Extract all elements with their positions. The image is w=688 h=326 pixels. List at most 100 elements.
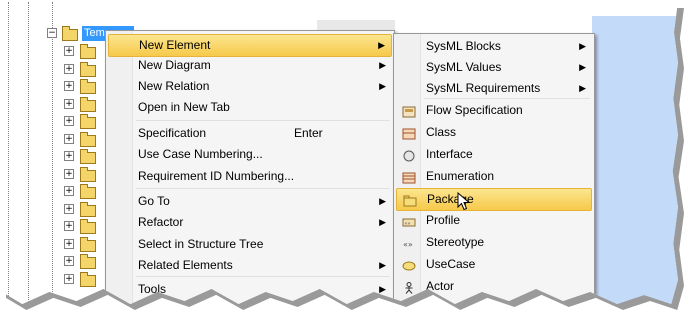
menu-item-go-to[interactable]: Go To ▶ xyxy=(108,191,392,212)
menu-item-label: New Element xyxy=(139,38,211,52)
expand-icon[interactable]: + xyxy=(64,203,74,214)
submenu-item-label: SysML Blocks xyxy=(426,39,501,53)
submenu-item-enumeration[interactable]: Enumeration xyxy=(396,166,592,187)
menu-item-new-relation[interactable]: New Relation ▶ xyxy=(108,76,392,97)
expand-icon[interactable]: + xyxy=(64,186,74,196)
submenu-item-usecase[interactable]: UseCase xyxy=(396,254,592,275)
menu-item-label: New Diagram xyxy=(138,58,211,72)
submenu-arrow-icon: ▶ xyxy=(579,83,586,93)
submenu-item-sysml-values[interactable]: SysML Values ▶ xyxy=(396,57,592,78)
submenu-arrow-icon: ▶ xyxy=(379,260,386,270)
menu-item-label: Use Case Numbering... xyxy=(138,147,263,161)
context-menu: New Element ▶ New Diagram ▶ New Relation ▶ Ope… xyxy=(105,30,395,304)
package-folder-icon xyxy=(80,201,96,217)
expand-icon[interactable]: + xyxy=(64,238,74,249)
collapse-icon[interactable]: − xyxy=(47,28,57,38)
submenu-item-sysml-blocks[interactable]: SysML Blocks ▶ xyxy=(396,36,592,57)
menu-item-label: Go To xyxy=(138,194,170,208)
package-icon xyxy=(403,193,417,207)
package-folder-icon xyxy=(80,236,96,252)
expand-icon[interactable]: + xyxy=(64,98,74,109)
enumeration-icon xyxy=(402,170,416,184)
submenu-item-label: Flow Specification xyxy=(426,103,523,117)
folder-icon xyxy=(62,26,78,41)
menu-item-label: Requirement ID Numbering... xyxy=(138,169,295,183)
menu-item-requirement-id-numbering[interactable]: Requirement ID Numbering... xyxy=(108,166,392,187)
menu-item-open-in-new-tab[interactable]: Open in New Tab xyxy=(108,97,392,118)
expand-icon[interactable]: + xyxy=(64,116,74,126)
menu-item-refactor[interactable]: Refactor ▶ xyxy=(108,212,392,233)
submenu-arrow-icon: ▶ xyxy=(579,41,586,51)
submenu-item-stereotype[interactable]: «» Stereotype xyxy=(396,232,592,253)
expand-icon[interactable]: + xyxy=(64,46,74,56)
menu-item-label: Specification xyxy=(138,126,207,140)
submenu-item-sysml-requirements[interactable]: SysML Requirements ▶ xyxy=(396,78,592,99)
submenu-arrow-icon: ▶ xyxy=(579,62,586,72)
interface-icon xyxy=(402,148,416,162)
submenu-item-label: Interface xyxy=(426,147,473,161)
menu-item-shortcut: Enter xyxy=(294,126,323,140)
stereotype-icon: «» xyxy=(402,236,416,249)
class-icon xyxy=(402,126,416,140)
submenu-item-label: SysML Requirements xyxy=(426,81,541,95)
menu-item-label: Select in Structure Tree xyxy=(138,237,264,251)
svg-text:«»: «» xyxy=(405,221,411,227)
screenshot: − Temp + + + + + + + + + + + + + + New Element ▶ New Di… xyxy=(0,0,688,326)
menu-item-select-in-structure-tree[interactable]: Select in Structure Tree xyxy=(108,234,392,255)
submenu-arrow-icon: ▶ xyxy=(379,196,386,206)
expand-icon[interactable]: + xyxy=(64,81,74,91)
expand-icon[interactable]: + xyxy=(64,168,74,179)
menu-item-specification[interactable]: Specification Enter xyxy=(108,123,392,144)
menu-item-label: New Relation xyxy=(138,79,210,93)
package-folder-icon xyxy=(80,149,96,164)
package-folder-icon xyxy=(80,114,96,129)
diagram-area[interactable] xyxy=(592,16,678,304)
menu-item-related-elements[interactable]: Related Elements ▶ xyxy=(108,255,392,276)
submenu-item-interface[interactable]: Interface xyxy=(396,144,592,165)
submenu-item-label: Class xyxy=(426,125,457,139)
usecase-icon xyxy=(402,258,416,271)
menu-item-new-diagram[interactable]: New Diagram ▶ xyxy=(108,55,392,76)
menu-item-new-element[interactable]: New Element ▶ xyxy=(108,34,392,57)
package-folder-icon xyxy=(80,61,96,77)
menu-separator xyxy=(136,188,390,189)
submenu-arrow-icon: ▶ xyxy=(378,40,385,50)
submenu-item-flow-specification[interactable]: Flow Specification xyxy=(396,100,592,121)
submenu-item-label: Enumeration xyxy=(426,169,495,183)
submenu-item-profile[interactable]: «» Profile xyxy=(396,210,592,231)
expand-icon[interactable]: + xyxy=(64,63,74,74)
package-folder-icon xyxy=(80,219,96,234)
menu-item-label: Related Elements xyxy=(138,258,233,272)
package-folder-icon xyxy=(80,44,96,59)
package-folder-icon xyxy=(80,166,96,182)
submenu-item-package[interactable]: Package xyxy=(396,188,592,211)
menu-separator xyxy=(136,120,390,121)
expand-icon[interactable]: + xyxy=(64,133,74,144)
actor-icon xyxy=(402,280,416,294)
submenu-item-label: SysML Values xyxy=(426,60,502,74)
expand-icon[interactable]: + xyxy=(64,221,74,231)
submenu-item-class[interactable]: Class xyxy=(396,122,592,143)
svg-text:«»: «» xyxy=(403,240,413,249)
menu-item-use-case-numbering[interactable]: Use Case Numbering... xyxy=(108,144,392,165)
submenu-item-label: Profile xyxy=(426,213,461,227)
submenu-arrow-icon: ▶ xyxy=(379,60,386,70)
package-folder-icon xyxy=(80,79,96,94)
menu-item-label: Open in New Tab xyxy=(138,100,230,114)
menu-item-label: Refactor xyxy=(138,215,184,229)
submenu-arrow-icon: ▶ xyxy=(379,81,386,91)
package-folder-icon xyxy=(80,254,96,269)
expand-icon[interactable]: + xyxy=(64,151,74,161)
mouse-cursor-icon xyxy=(457,192,471,211)
expand-icon[interactable]: + xyxy=(64,273,74,284)
new-element-submenu: SysML Blocks ▶ SysML Values ▶ SysML Requirem… xyxy=(393,33,595,304)
expand-icon[interactable]: + xyxy=(64,256,74,266)
flow-spec-icon xyxy=(402,104,416,118)
submenu-item-label: Stereotype xyxy=(426,235,485,249)
profile-icon: «» xyxy=(402,214,416,227)
torn-screenshot-frame: − Temp + + + + + + + + + + + + + + New Element ▶ New Di… xyxy=(2,2,678,304)
package-folder-icon xyxy=(80,271,96,287)
package-folder-icon xyxy=(80,131,96,147)
package-folder-icon xyxy=(80,184,96,199)
submenu-arrow-icon: ▶ xyxy=(379,217,386,227)
